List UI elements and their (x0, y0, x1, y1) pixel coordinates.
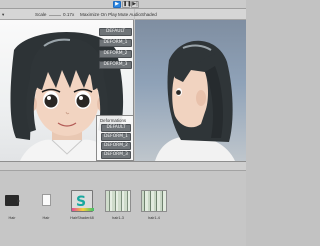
character-side-render (155, 40, 235, 161)
main-toolbar: ▶ ❚❚ ▶| (0, 0, 246, 9)
texture-icon (141, 190, 167, 212)
deformations-title: Deformations (100, 118, 127, 123)
project-panel: Hair Hair S HairShader48 hair1-3 hair1-4 (0, 161, 246, 246)
panel-deform-1[interactable]: DEFORM_1 (101, 133, 131, 141)
asset-label: Hair (8, 216, 16, 220)
asset-label: HairShader48 (70, 216, 94, 220)
deform-button-default[interactable]: DEFAULT (99, 28, 132, 36)
chevron-down-icon: ▾ (2, 12, 5, 17)
play-button[interactable]: ▶ (113, 1, 121, 8)
mute-audio-toggle[interactable]: Mute Audio (118, 11, 141, 19)
scene-view-toolbar: Mute Audio Shaded # Scene (118, 9, 246, 24)
project-toolbar (0, 162, 246, 171)
step-button[interactable]: ▶| (131, 1, 139, 8)
asset-hair1-3[interactable]: hair1-3 (104, 190, 132, 220)
asset-label: hair1-4 (148, 216, 160, 220)
scene-view[interactable] (135, 20, 246, 161)
panel-deform-3[interactable]: DEFORM_3 (101, 151, 131, 159)
texture-icon (105, 190, 131, 212)
deformations-panel: Deformations DEFAULT DEFORM_1 DEFORM_2 D… (96, 115, 133, 161)
maximize-on-play-toggle[interactable]: Maximize On Play (80, 11, 117, 19)
scale-value: 0.17x (63, 12, 75, 17)
asset-hair-mesh[interactable]: Hair (0, 190, 24, 220)
panel-deform-default[interactable]: DEFAULT (101, 124, 131, 132)
deform-button-1[interactable]: DEFORM_1 (99, 39, 132, 47)
deform-button-2[interactable]: DEFORM_2 (99, 50, 132, 58)
asset-label: Hair (42, 216, 50, 220)
panel-deform-2[interactable]: DEFORM_2 (101, 142, 131, 150)
deform-button-3[interactable]: DEFORM_3 (99, 61, 132, 69)
asset-hair1-4[interactable]: hair1-4 (140, 190, 168, 220)
scale-label: Scale (35, 12, 47, 17)
step-icon: ▶| (132, 1, 138, 7)
white-file-icon (35, 190, 57, 212)
shader-icon: S (71, 190, 94, 212)
pause-button[interactable]: ❚❚ (122, 1, 131, 8)
aspect-dropdown[interactable]: ▾ (2, 11, 4, 19)
play-icon: ▶ (115, 1, 119, 7)
asset-hair-shader[interactable]: S HairShader48 (70, 190, 94, 220)
asset-label: hair1-3 (112, 216, 124, 220)
game-view-toolbar: ▾ Scale 0.17x Maximize On Play (0, 9, 134, 20)
game-view[interactable]: DEFAULT DEFORM_1 DEFORM_2 DEFORM_3 Defor… (0, 20, 134, 161)
scale-slider[interactable] (49, 15, 61, 16)
black-mesh-icon (1, 190, 23, 212)
asset-hair-file[interactable]: Hair (34, 190, 58, 220)
